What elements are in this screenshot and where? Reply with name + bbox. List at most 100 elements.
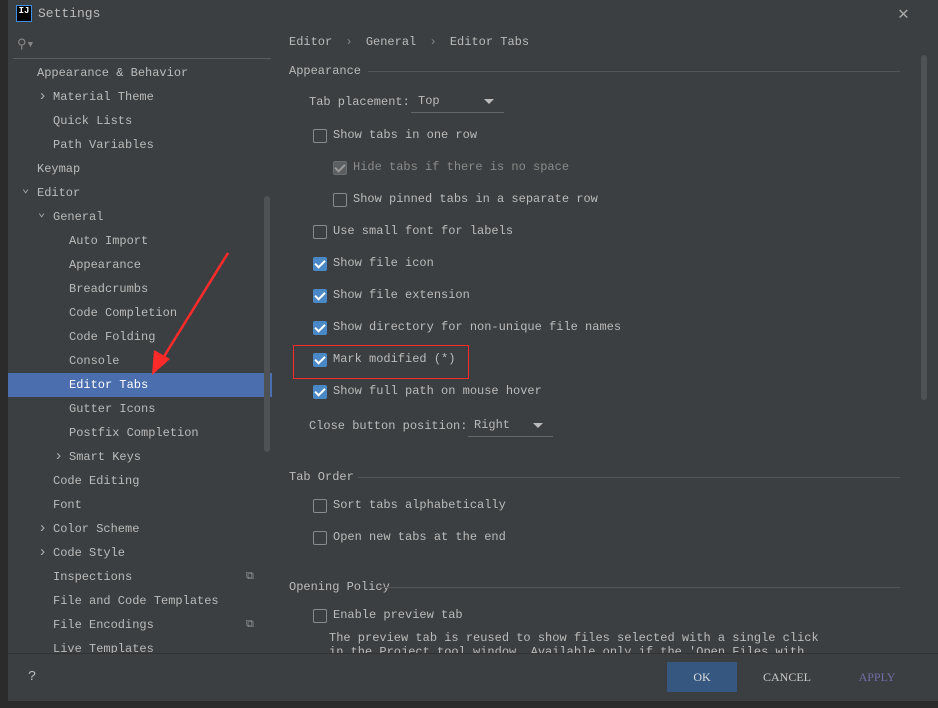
checkbox-label[interactable]: Show file extension [333, 288, 470, 302]
tree-item[interactable]: Postfix Completion [8, 421, 272, 445]
project-scope-icon: ⧉ [246, 619, 254, 631]
tree-item-label: Quick Lists [53, 114, 133, 128]
chevron-right-icon[interactable]: › [38, 85, 47, 109]
checkbox[interactable] [313, 609, 327, 623]
intellij-logo: IJ [16, 5, 32, 22]
tree-item[interactable]: › Material Theme [8, 85, 272, 109]
checkbox[interactable] [313, 499, 327, 513]
tree-item-label: General [53, 210, 104, 224]
breadcrumb-item[interactable]: General [366, 35, 416, 49]
tree-item-label: Editor Tabs [69, 378, 149, 392]
checkbox[interactable] [313, 385, 327, 399]
checkbox-label[interactable]: Sort tabs alphabetically [333, 498, 506, 512]
checkbox-label[interactable]: Show tabs in one row [333, 128, 477, 142]
breadcrumb: Editor › General › Editor Tabs [289, 35, 530, 49]
section-opening-policy: Opening Policy [289, 580, 390, 594]
checkbox[interactable] [313, 257, 327, 271]
checkbox [333, 161, 347, 175]
dropdown-value: Top [418, 94, 440, 108]
checkbox[interactable] [313, 129, 327, 143]
chevron-right-icon[interactable]: › [38, 541, 47, 565]
chevron-right-icon[interactable]: › [38, 517, 47, 541]
tree-item-label: Live Templates [53, 642, 154, 653]
ok-button[interactable]: OK [667, 662, 737, 692]
tree-item-label: Appearance [69, 258, 142, 272]
checkbox[interactable] [313, 321, 327, 335]
tree-item[interactable]: Quick Lists [8, 109, 272, 133]
tree-item[interactable]: › Code Style [8, 541, 272, 565]
tree-item-label: Code Style [53, 546, 126, 560]
tree-item[interactable]: Inspections ⧉ [8, 565, 272, 589]
tree-item-label: Code Editing [53, 474, 140, 488]
tree-item[interactable]: Keymap [8, 157, 272, 181]
tree-item-label: File and Code Templates [53, 594, 219, 608]
annotation-red-arrow [152, 252, 230, 375]
checkbox-label[interactable]: Use small font for labels [333, 224, 513, 238]
tree-item-label: Gutter Icons [69, 402, 156, 416]
tree-item[interactable]: ⌄ General [8, 205, 272, 229]
close-icon[interactable]: ✕ [898, 3, 909, 25]
description-line: in the Project tool window. Available on… [329, 645, 805, 653]
checkbox-label[interactable]: Show directory for non-unique file names [333, 320, 621, 334]
tree-item-label: Inspections [53, 570, 133, 584]
tree-item[interactable]: Live Templates [8, 637, 272, 653]
chevron-down-icon [484, 99, 494, 104]
tree-item[interactable]: ⌄ Editor [8, 181, 272, 205]
tree-item-label: Appearance & Behavior [37, 66, 189, 80]
preview-description: The preview tab is reused to show files … [329, 631, 909, 653]
breadcrumb-item[interactable]: Editor [289, 35, 332, 49]
checkbox[interactable] [313, 531, 327, 545]
divider [358, 477, 900, 478]
dialog-footer: ? OK CANCEL APPLY [8, 653, 938, 701]
dropdown-value: Right [474, 418, 511, 432]
tree-item-label: Font [53, 498, 82, 512]
settings-dialog: IJ Settings ✕ ⚲▾ Appearance & Behavior › M… [8, 0, 938, 701]
chevron-down-icon[interactable]: ⌄ [38, 201, 45, 225]
search-icon: ⚲▾ [17, 37, 35, 52]
checkbox[interactable] [313, 289, 327, 303]
tree-item[interactable]: File Encodings ⧉ [8, 613, 272, 637]
checkbox-label[interactable]: Open new tabs at the end [333, 530, 506, 544]
breadcrumb-item: Editor Tabs [449, 35, 530, 49]
checkbox[interactable] [313, 225, 327, 239]
tab-placement-dropdown[interactable]: Top [411, 90, 504, 113]
checkbox[interactable] [333, 193, 347, 207]
tree-item-label: Keymap [37, 162, 81, 176]
chevron-down-icon [533, 423, 543, 428]
tree-item[interactable]: Gutter Icons [8, 397, 272, 421]
tree-item-label: Postfix Completion [69, 426, 199, 440]
tab-placement-label: Tab placement: [309, 95, 410, 109]
project-scope-icon: ⧉ [246, 571, 254, 583]
close-button-position-label: Close button position: [309, 419, 468, 433]
tree-item[interactable]: File and Code Templates [8, 589, 272, 613]
cancel-button[interactable]: CANCEL [752, 662, 822, 692]
help-button[interactable]: ? [28, 669, 36, 685]
close-button-position-dropdown[interactable]: Right [468, 414, 553, 437]
chevron-right-icon[interactable]: › [54, 445, 63, 469]
apply-button[interactable]: APPLY [842, 662, 912, 692]
chevron-down-icon[interactable]: ⌄ [22, 177, 29, 201]
tree-item[interactable]: Code Editing [8, 469, 272, 493]
checkbox-label[interactable]: Enable preview tab [333, 608, 463, 622]
tree-item[interactable]: › Color Scheme [8, 517, 272, 541]
tree-item[interactable]: Path Variables [8, 133, 272, 157]
divider [368, 71, 900, 72]
search-input[interactable]: ⚲▾ [13, 34, 271, 59]
tree-item-label: Material Theme [53, 90, 154, 104]
tree-item-label: Breadcrumbs [69, 282, 149, 296]
content-scrollbar[interactable] [921, 55, 927, 400]
section-tab-order: Tab Order [289, 470, 354, 484]
checkbox-label[interactable]: Hide tabs if there is no space [353, 160, 569, 174]
tree-item[interactable]: Appearance & Behavior [8, 61, 272, 85]
tree-item[interactable]: Font [8, 493, 272, 517]
tree-item-label: Smart Keys [69, 450, 142, 464]
checkbox-label[interactable]: Show full path on mouse hover [333, 384, 542, 398]
tree-scrollbar[interactable] [264, 196, 270, 452]
tree-item[interactable]: › Smart Keys [8, 445, 272, 469]
divider [378, 587, 900, 588]
checkbox-label[interactable]: Show file icon [333, 256, 434, 270]
tree-item-label: Console [69, 354, 120, 368]
checkbox-label[interactable]: Show pinned tabs in a separate row [353, 192, 598, 206]
description-line: The preview tab is reused to show files … [329, 631, 819, 645]
dialog-title: Settings [38, 6, 101, 21]
